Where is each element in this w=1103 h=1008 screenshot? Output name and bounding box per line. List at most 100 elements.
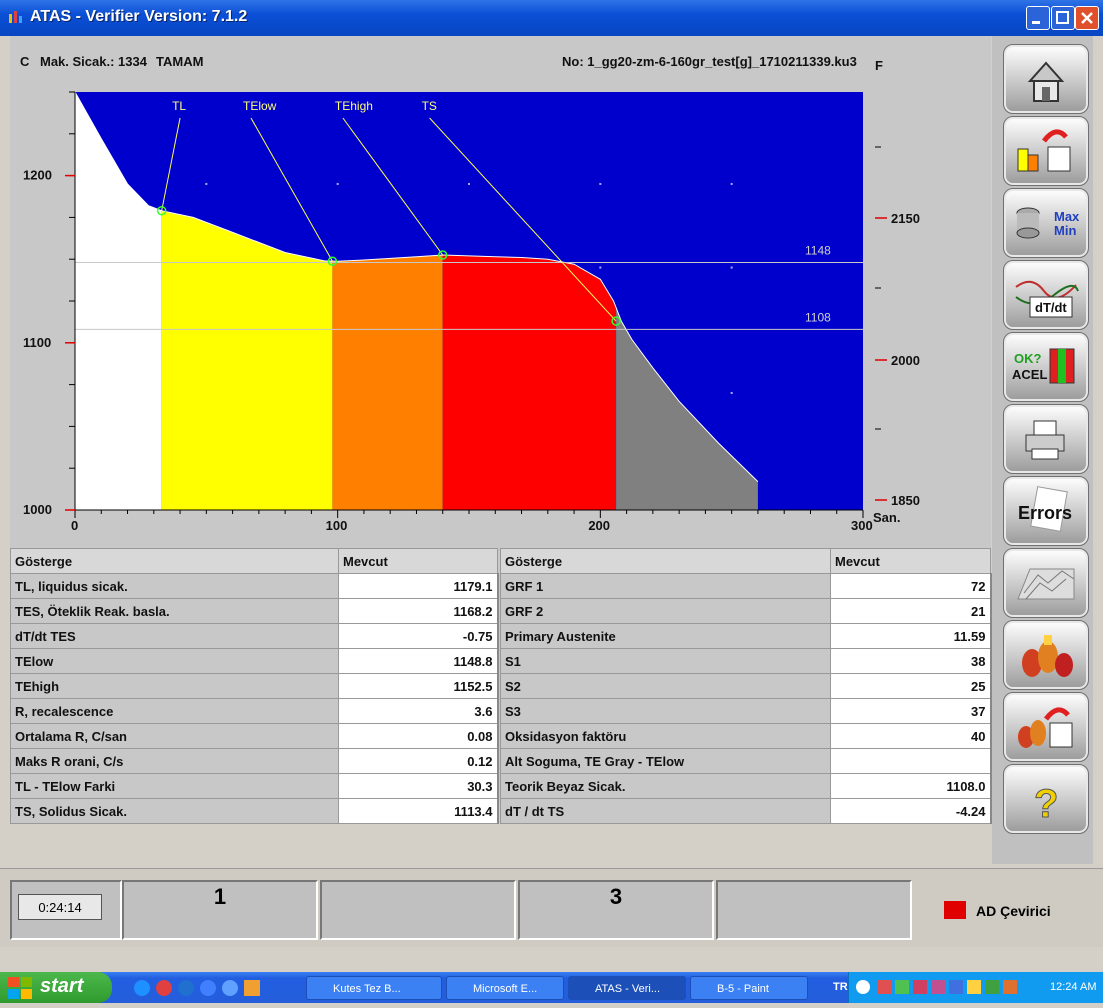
x-unit-label: San. xyxy=(873,510,900,525)
grid-dot xyxy=(730,391,733,394)
table-row: TEhigh 1152.5 xyxy=(10,673,499,699)
table-row: TL - TElow Farki 30.3 xyxy=(10,773,499,799)
svg-text:OK?: OK? xyxy=(1014,351,1042,366)
table-row: GRF 2 21 xyxy=(500,598,992,624)
results-table-right: Gösterge Mevcut GRF 1 72 GRF 2 21 Primary Aust… xyxy=(500,548,992,824)
annotation-label-TL: TL xyxy=(172,99,186,113)
print-button[interactable] xyxy=(1003,404,1089,474)
minimize-button[interactable] xyxy=(1026,6,1050,30)
header-gosterge: Gösterge xyxy=(500,548,831,574)
max-min-button[interactable]: Max Min xyxy=(1003,188,1089,258)
row-value: 72 xyxy=(830,573,992,599)
row-label: Alt Soguma, TE Gray - TElow xyxy=(500,748,831,774)
row-value: 21 xyxy=(830,598,992,624)
row-value: 11.59 xyxy=(830,623,992,649)
row-label: TS, Solidus Sicak. xyxy=(10,798,339,824)
grid-dot xyxy=(599,182,602,185)
x-tick-label: 100 xyxy=(326,518,348,533)
row-label: TEhigh xyxy=(10,673,339,699)
region-2 xyxy=(332,255,443,510)
home-button[interactable] xyxy=(1003,44,1089,114)
taskbar-item-paint[interactable]: B-5 - Paint xyxy=(690,976,808,1000)
row-label: S2 xyxy=(500,673,831,699)
start-button[interactable]: start xyxy=(0,972,112,1003)
close-button[interactable] xyxy=(1075,6,1099,30)
table-row: dT/dt TES -0.75 xyxy=(10,623,499,649)
dtdt-button[interactable]: dT/dt xyxy=(1003,260,1089,330)
header-mevcut: Mevcut xyxy=(338,548,498,574)
table-row: Ortalama R, C/san 0.08 xyxy=(10,723,499,749)
timer-display: 0:24:14 xyxy=(18,894,102,920)
bottles-icon xyxy=(1022,635,1073,677)
svg-text:Max: Max xyxy=(1054,209,1080,224)
row-value: 1179.1 xyxy=(338,573,499,599)
row-value: 1168.2 xyxy=(338,598,499,624)
status-cell-4 xyxy=(716,880,912,940)
minimize-icon xyxy=(1032,21,1040,24)
table-row: Primary Austenite 11.59 xyxy=(500,623,992,649)
right-tick-label: 1850 xyxy=(891,493,920,508)
y-tick-label: 1100 xyxy=(23,335,51,350)
home-icon xyxy=(1027,61,1065,102)
graph3d-button[interactable] xyxy=(1003,548,1089,618)
row-label: S1 xyxy=(500,648,831,674)
row-label: dT / dt TS xyxy=(500,798,831,824)
svg-text:Min: Min xyxy=(1054,223,1076,238)
annotation-label-TS: TS xyxy=(422,99,437,113)
windows-logo-icon xyxy=(8,977,32,999)
status-cell-1: 1 xyxy=(122,880,318,940)
table-row: R, recalescence 3.6 xyxy=(10,698,499,724)
row-value: 40 xyxy=(830,723,992,749)
row-label: GRF 1 xyxy=(500,573,831,599)
title-bar: ATAS - Verifier Version: 7.1.2 xyxy=(0,0,1103,36)
language-indicator[interactable]: TR xyxy=(833,981,848,993)
y-tick-label: 1200 xyxy=(23,168,52,183)
right-tick-label: 2150 xyxy=(891,211,920,226)
taskbar-item-atas[interactable]: ATAS - Veri... xyxy=(568,976,686,1000)
y-tick-label: 1000 xyxy=(23,502,52,517)
maximize-icon xyxy=(1056,11,1069,24)
maximize-button[interactable] xyxy=(1051,6,1075,30)
quick-launch-icons[interactable] xyxy=(130,977,280,999)
svg-text:dT/dt: dT/dt xyxy=(1035,300,1067,315)
bottles-export-button[interactable] xyxy=(1003,692,1089,762)
table-row: TElow 1148.8 xyxy=(10,648,499,674)
taskbar-item-kutes[interactable]: Kutes Tez B... xyxy=(306,976,442,1000)
row-label: S3 xyxy=(500,698,831,724)
table-row: Maks R orani, C/s 0.12 xyxy=(10,748,499,774)
cooling-curve-chart: 1148 1108 TL TElow TEhigh TS 0 100 200 300San. 100… xyxy=(23,91,920,533)
right-tick-label: 2000 xyxy=(891,353,920,368)
help-button[interactable]: ? xyxy=(1003,764,1089,834)
row-value: 1152.5 xyxy=(338,673,499,699)
svg-text:ACEL: ACEL xyxy=(1012,367,1047,382)
bottles-export-icon xyxy=(1018,707,1073,748)
svg-text:?: ? xyxy=(1034,782,1058,826)
ok-acel-button[interactable]: OK? ACEL xyxy=(1003,332,1089,402)
table-row: Teorik Beyaz Sicak. 1108.0 xyxy=(500,773,992,799)
printer-icon xyxy=(1025,420,1065,460)
grid-dot xyxy=(730,182,733,185)
row-label: Ortalama R, C/san xyxy=(10,723,339,749)
row-label: TL - TElow Farki xyxy=(10,773,339,799)
export-button[interactable] xyxy=(1003,116,1089,186)
row-label: TElow xyxy=(10,648,339,674)
clock: 12:24 AM xyxy=(1050,981,1097,993)
table-row: S3 37 xyxy=(500,698,992,724)
bottles-button[interactable] xyxy=(1003,620,1089,690)
export-icon xyxy=(1017,129,1071,172)
graph3d-icon xyxy=(1017,568,1075,600)
errors-button[interactable]: Errors xyxy=(1003,476,1089,546)
row-value: 37 xyxy=(830,698,992,724)
table-row: dT / dt TS -4.24 xyxy=(500,798,992,824)
row-label: Primary Austenite xyxy=(500,623,831,649)
close-icon xyxy=(1081,12,1093,24)
taskbar-item-excel[interactable]: Microsoft E... xyxy=(446,976,564,1000)
row-value: 1113.4 xyxy=(338,798,499,824)
grid-dot xyxy=(336,182,339,185)
tray-icons[interactable] xyxy=(849,972,1044,1003)
x-tick-label: 300 xyxy=(851,518,873,533)
table-header-row: Gösterge Mevcut xyxy=(500,548,991,574)
grid-dot xyxy=(730,266,733,269)
table-row: Alt Soguma, TE Gray - TElow xyxy=(500,748,992,774)
x-tick-label: 200 xyxy=(588,518,610,533)
